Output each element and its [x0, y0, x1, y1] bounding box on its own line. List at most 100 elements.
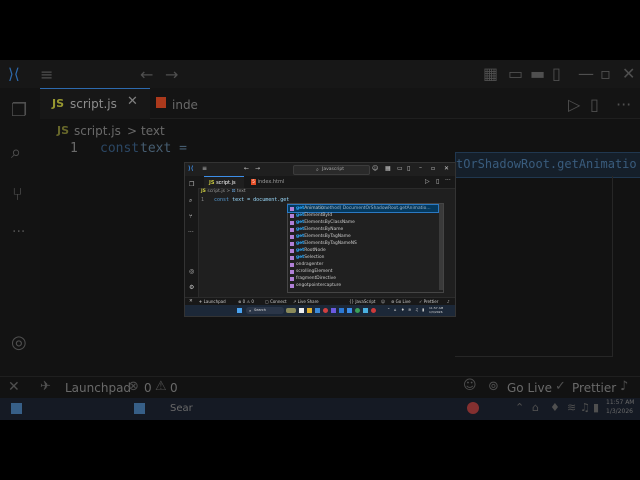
breadcrumb-separator: >	[226, 189, 231, 194]
suggestion-match: get	[296, 241, 305, 246]
suggestion-rest: RootNode	[304, 248, 326, 253]
tab-script-js[interactable]: JS script.js	[204, 176, 244, 188]
suggestion-rest: ElementsByTagNameNS	[304, 241, 357, 246]
run-icon[interactable]: ▷	[425, 179, 430, 185]
suggestion-item[interactable]: scrollingElement	[288, 268, 438, 275]
suggestion-item[interactable]: getSelection	[288, 254, 438, 261]
taskbar-app-1-icon[interactable]	[299, 308, 304, 313]
taskbar-app-5-icon[interactable]	[331, 308, 336, 313]
suggestion-item[interactable]: getElementsByTagNameNS	[288, 240, 438, 247]
more-views-icon[interactable]: ···	[188, 230, 194, 236]
bg-error-count: 0	[144, 381, 152, 395]
suggest-widget: getAnimatio… (method) DocumentOrShadowRoo…	[287, 203, 444, 293]
bg-clock-date: 1/3/2026	[606, 408, 633, 415]
taskbar-app-9-icon[interactable]	[363, 308, 368, 313]
settings-gear-icon[interactable]: ⚙	[189, 285, 194, 291]
taskbar-search-box[interactable]: ⌕ Search	[246, 307, 284, 314]
go-live-label: Go Live	[395, 299, 411, 304]
bg-more-icon: ···	[12, 224, 26, 240]
tab-label: script.js	[216, 180, 236, 186]
forward-arrow-icon[interactable]: →	[255, 166, 260, 172]
bg-crumb-symbol: text	[141, 124, 165, 138]
tray-network-icon[interactable]: ⌂	[394, 307, 397, 312]
method-icon	[290, 276, 294, 281]
bg-launchpad-icon: ✈	[40, 379, 51, 394]
check-icon: ✓	[419, 299, 423, 304]
bg-taskbar: Sear ⌃ ⌂ ♦ ≋ ♫ ▮ 11:57 AM 1/3/2026	[0, 398, 640, 420]
vscode-logo-icon: ⟩⟨	[188, 165, 194, 172]
copilot-icon[interactable]: ☺	[372, 166, 378, 172]
suggestion-item[interactable]: ondragenter	[288, 261, 438, 268]
vscode-window: ⟩⟨ ≡ ← → ⌕ Javascript ☺ ▦ ▭ ▯ – ▫ ✕ ❐ ⌕ …	[185, 163, 455, 316]
tray-wifi-icon[interactable]: ≋	[408, 307, 411, 312]
menu-icon[interactable]: ≡	[202, 166, 207, 172]
source-control-icon[interactable]: ⑂	[189, 214, 193, 220]
bg-warning-count: 0	[170, 381, 178, 395]
bg-split-icon: ▬	[530, 64, 546, 83]
bg-prettier-icon: ✓	[555, 379, 566, 394]
bg-menu-icon: ≡	[40, 65, 54, 84]
taskbar-app-8-icon[interactable]	[355, 308, 360, 313]
taskbar-vscode-icon[interactable]	[347, 308, 352, 313]
suggestion-item[interactable]: getElementById	[288, 212, 438, 219]
command-center-search[interactable]: ⌕ Javascript	[293, 165, 370, 175]
editor-more-icon[interactable]: ···	[445, 178, 451, 184]
split-editor-icon[interactable]: ▯	[436, 179, 439, 185]
bg-bell-icon: ♪	[620, 379, 629, 394]
editor-line-1[interactable]: 1 const text = document.get	[201, 197, 289, 203]
taskbar-app-4-icon[interactable]	[323, 308, 328, 313]
bg-chevron-up-icon: ⌃	[515, 401, 525, 414]
tray-chevron-icon[interactable]: ⌃	[387, 307, 390, 312]
back-arrow-icon[interactable]: ←	[244, 166, 249, 172]
tray-volume-icon[interactable]: ♫	[415, 307, 419, 312]
tray-mic-icon[interactable]: ♦	[401, 307, 405, 312]
taskbar-widget-icon[interactable]	[286, 308, 296, 313]
live-share-label: Live Share	[297, 299, 319, 304]
search-placeholder: Javascript	[322, 167, 345, 172]
bg-panel-icon: ▭	[508, 64, 524, 83]
search-view-icon[interactable]: ⌕	[189, 198, 192, 204]
breadcrumb-file[interactable]: script.js	[207, 189, 225, 194]
method-icon	[290, 248, 294, 253]
bg-explorer-icon: ❐	[11, 100, 28, 121]
toggle-panel-icon[interactable]: ▭	[397, 166, 403, 172]
bg-start-icon-2	[134, 403, 145, 414]
launchpad-label: Launchpad	[203, 299, 226, 304]
suggestion-item[interactable]: ongotpointercapture	[288, 282, 438, 289]
taskbar-app-2-icon[interactable]	[307, 308, 312, 313]
suggestion-item[interactable]: getElementsByName	[288, 226, 438, 233]
suggestion-item[interactable]: getElementsByTagName	[288, 233, 438, 240]
bg-js-icon: JS	[52, 97, 65, 110]
bg-code-keyword: const	[100, 141, 140, 156]
tray-battery-icon[interactable]: ▮	[422, 307, 424, 312]
maximize-icon[interactable]: ▫	[431, 166, 435, 172]
breadcrumb-js-icon: JS	[201, 189, 206, 194]
windows-start-icon[interactable]	[237, 308, 242, 313]
minimize-icon[interactable]: –	[419, 165, 422, 171]
clock-date[interactable]: 1/3/2026	[429, 310, 442, 314]
suggestion-item[interactable]: getElementsByClassName	[288, 219, 438, 226]
taskbar-app-10-icon[interactable]	[371, 308, 376, 313]
taskbar-app-3-icon[interactable]	[315, 308, 320, 313]
bg-error-icon: ⊗	[128, 379, 139, 394]
close-window-icon[interactable]: ✕	[444, 166, 449, 172]
layout-icon[interactable]: ▦	[385, 166, 391, 172]
suggestion-item[interactable]: fragmentDirective	[288, 275, 438, 282]
bg-minimize-icon: —	[578, 64, 594, 83]
explorer-icon[interactable]: ❐	[189, 182, 194, 188]
breadcrumb-symbol[interactable]: text	[237, 189, 246, 194]
account-icon[interactable]: ◎	[189, 269, 194, 275]
tab-index-html[interactable]: 5 index.html	[246, 176, 296, 188]
bg-tab-partial: inde	[172, 98, 198, 112]
line-number: 1	[201, 197, 205, 203]
suggestion-item[interactable]: getAnimatio… (method) DocumentOrShadowRoo…	[287, 204, 439, 213]
toggle-secondary-icon[interactable]: ▯	[407, 166, 410, 172]
taskbar-app-6-icon[interactable]	[339, 308, 344, 313]
search-icon: ⌕	[316, 167, 319, 173]
suggest-scrollbar[interactable]	[439, 204, 443, 290]
bg-taskbar-search: Sear	[170, 403, 193, 414]
bg-chrome-icon	[467, 402, 479, 414]
bg-warning-icon: ⚠	[155, 379, 167, 394]
bg-account-icon: ◎	[11, 332, 27, 353]
suggestion-item[interactable]: getRootNode	[288, 247, 438, 254]
